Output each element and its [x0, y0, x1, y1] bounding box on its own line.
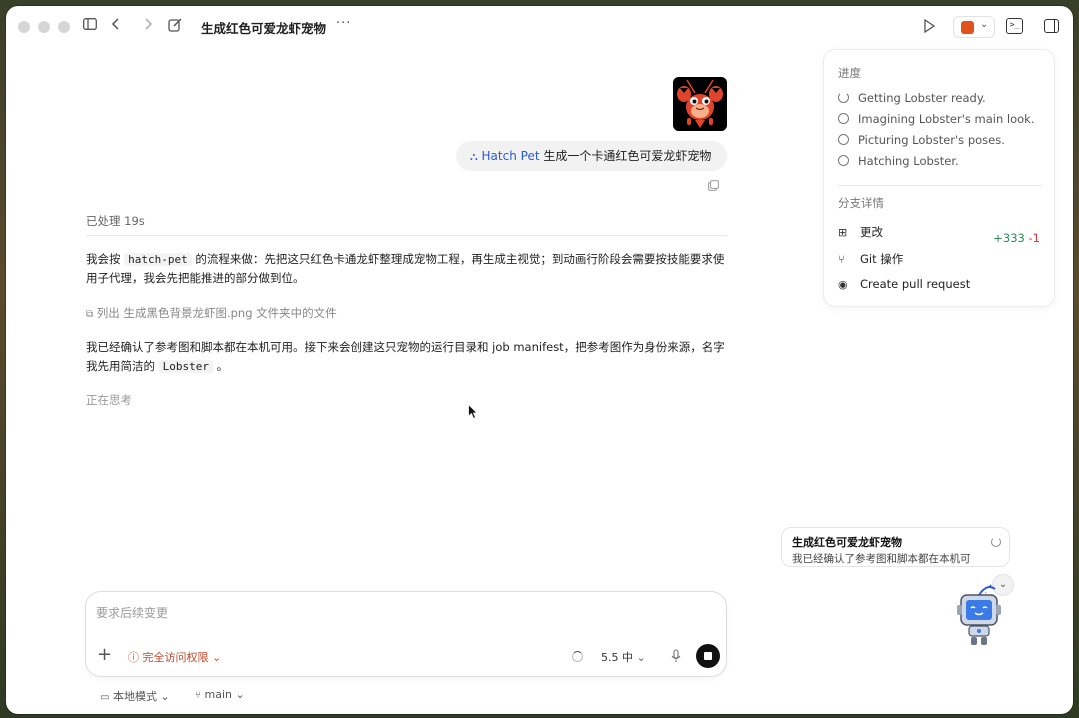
follow-up-input[interactable]: 要求后续变更 — [96, 604, 168, 621]
stop-button[interactable] — [696, 644, 720, 668]
processing-time[interactable]: 已处理 19s — [86, 213, 145, 229]
microphone-icon[interactable] — [671, 649, 681, 666]
assistant-paragraph-2: 我已经确认了参考图和脚本都在本机可用。接下来会创建这只宠物的运行目录和 job … — [86, 338, 727, 376]
chevron-down-icon: ⌄ — [235, 688, 245, 701]
spinner-icon — [838, 92, 849, 103]
step-label: Hatching Lobster. — [858, 154, 959, 168]
changes-item[interactable]: ⊞ 更改 — [838, 224, 883, 240]
new-chat-icon[interactable] — [166, 18, 184, 36]
toast-title: 生成红色可爱龙虾宠物 — [792, 536, 902, 549]
inline-code: hatch-pet — [124, 253, 192, 266]
forward-icon[interactable] — [139, 18, 157, 36]
branch-label: main — [204, 688, 232, 701]
paragraph-text: 我会按 — [86, 252, 125, 266]
sidebar-toggle-icon[interactable] — [81, 18, 99, 36]
more-options-icon[interactable]: ··· — [336, 16, 351, 31]
mode-selector[interactable]: ▭ 本地模式 ⌄ — [100, 688, 170, 704]
create-pull-request-item[interactable]: ◉ Create pull request — [838, 277, 970, 291]
app-icon — [961, 21, 974, 34]
terminal-icon[interactable]: >_ — [1006, 18, 1023, 34]
pending-circle-icon — [838, 155, 849, 166]
user-message-text: 生成一个卡通红色可爱龙虾宠物 — [543, 149, 712, 163]
chevron-down-icon: ⌄ — [980, 19, 989, 30]
copy-icon[interactable] — [708, 180, 720, 192]
paragraph-text: 。 — [213, 359, 229, 373]
chevron-down-icon: ⌄ — [212, 651, 222, 664]
skill-tag-label: Hatch Pet — [481, 149, 540, 163]
model-label: 5.5 中 — [601, 651, 633, 664]
lobster-reference-image[interactable] — [673, 77, 727, 131]
pending-circle-icon — [838, 113, 849, 124]
run-icon[interactable] — [923, 18, 939, 34]
right-panel-toggle-icon[interactable] — [1044, 19, 1059, 33]
laptop-icon: ▭ — [100, 692, 110, 703]
progress-title: 进度 — [838, 66, 861, 80]
github-icon: ◉ — [838, 278, 848, 291]
deletions-count: -1 — [1028, 231, 1040, 245]
mode-label: 本地模式 — [112, 690, 157, 703]
spinner-icon — [991, 537, 1001, 547]
skill-tag[interactable]: ⛬ Hatch Pet — [470, 149, 543, 163]
branch-selector[interactable]: ⑂ main ⌄ — [195, 688, 245, 701]
inline-code: Lobster — [158, 360, 214, 373]
loading-spinner-icon — [572, 651, 583, 662]
thinking-status: 正在思考 — [86, 393, 132, 407]
list-files-icon: ⧉ — [86, 309, 94, 320]
progress-step: Hatching Lobster. — [838, 154, 959, 168]
mouse-cursor-icon — [468, 403, 478, 420]
git-branch-icon: ⑂ — [838, 253, 845, 266]
conversation-title: 生成红色可爱龙虾宠物 — [201, 21, 327, 36]
step-label: Getting Lobster ready. — [858, 91, 986, 105]
step-label: Imagining Lobster's main look. — [858, 112, 1035, 126]
composer: 要求后续变更 + ⓘ 完全访问权限 ⌄ 5.5 中 ⌄ — [85, 591, 727, 677]
robot-pet-icon[interactable] — [955, 581, 1003, 647]
diff-icon: ⊞ — [838, 226, 848, 239]
app-selector[interactable]: ⌄ — [953, 16, 995, 38]
zoom-window-button[interactable] — [58, 21, 70, 33]
app-window: 生成红色可爱龙虾宠物 ··· ⌄ >_ ⛬ Hatch Pet 生成一个卡通红色… — [6, 6, 1073, 714]
git-label: Git 操作 — [860, 252, 904, 266]
skill-tag-icon: ⛬ — [470, 150, 478, 163]
step-label: Picturing Lobster's poses. — [858, 133, 1005, 147]
progress-step: Getting Lobster ready. — [838, 91, 986, 105]
permission-selector[interactable]: ⓘ 完全访问权限 ⌄ — [128, 649, 221, 665]
minimize-window-button[interactable] — [38, 21, 50, 33]
branch-icon: ⑂ — [195, 690, 201, 701]
permission-label: 完全访问权限 — [142, 651, 209, 664]
chevron-down-icon: ⌄ — [160, 690, 170, 703]
task-toast[interactable]: 生成红色可爱龙虾宠物 我已经确认了参考图和脚本都在本机可 — [781, 527, 1010, 567]
tool-call-line[interactable]: ⧉ 列出 生成黑色背景龙虾图.png 文件夹中的文件 — [86, 305, 337, 321]
pr-label: Create pull request — [860, 277, 971, 291]
divider — [86, 235, 727, 236]
pending-circle-icon — [838, 134, 849, 145]
chevron-down-icon: ⌄ — [636, 651, 646, 664]
divider — [838, 185, 1042, 186]
title-bar: 生成红色可爱龙虾宠物 ··· ⌄ >_ — [6, 6, 1073, 48]
branch-details-title: 分支详情 — [838, 196, 884, 210]
progress-step: Imagining Lobster's main look. — [838, 112, 1035, 126]
close-window-button[interactable] — [18, 21, 30, 33]
additions-count: +333 — [993, 231, 1025, 245]
progress-panel: 进度 Getting Lobster ready. Imagining Lobs… — [823, 49, 1055, 307]
toast-text: 我已经确认了参考图和脚本都在本机可 — [792, 553, 971, 565]
changes-label: 更改 — [860, 225, 883, 239]
progress-step: Picturing Lobster's poses. — [838, 133, 1005, 147]
warning-icon: ⓘ — [128, 651, 139, 664]
diff-stats: +333 -1 — [993, 231, 1040, 245]
user-message-bubble: ⛬ Hatch Pet 生成一个卡通红色可爱龙虾宠物 — [456, 141, 727, 171]
assistant-paragraph-1: 我会按 hatch-pet 的流程来做：先把这只红色卡通龙虾整理成宠物工程，再生… — [86, 250, 727, 288]
git-actions-item[interactable]: ⑂ Git 操作 — [838, 251, 903, 267]
back-icon[interactable] — [107, 18, 125, 36]
model-selector[interactable]: 5.5 中 ⌄ — [601, 649, 646, 665]
tool-call-text: 列出 生成黑色背景龙虾图.png 文件夹中的文件 — [96, 306, 337, 320]
add-attachment-icon[interactable]: + — [97, 646, 112, 664]
